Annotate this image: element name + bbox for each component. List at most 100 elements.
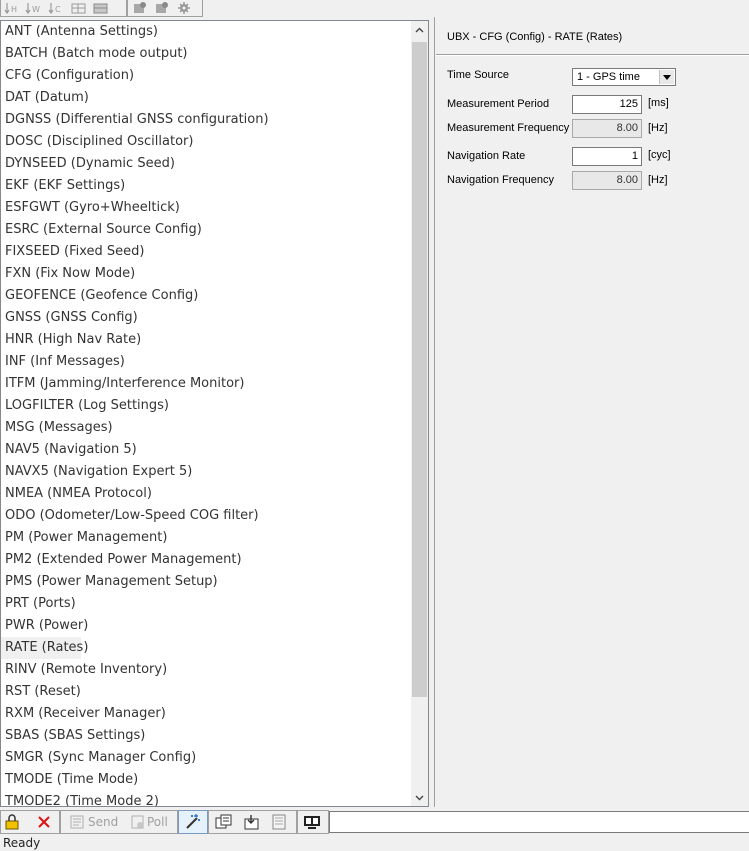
document-icon bbox=[272, 814, 286, 830]
message-list-item[interactable]: INF (Inf Messages) bbox=[1, 351, 411, 373]
send-icon bbox=[70, 815, 84, 829]
copy-button[interactable] bbox=[215, 811, 233, 833]
message-list-item[interactable]: CFG (Configuration) bbox=[1, 65, 411, 87]
message-list-item[interactable]: ESFGWT (Gyro+Wheeltick) bbox=[1, 197, 411, 219]
measurement-frequency-label: Measurement Frequency bbox=[447, 122, 570, 134]
dropdown-arrow-icon[interactable] bbox=[659, 70, 674, 84]
message-list-item[interactable]: NMEA (NMEA Protocol) bbox=[1, 483, 411, 505]
navigation-frequency-unit: [Hz] bbox=[648, 174, 668, 186]
message-list-item[interactable]: GEOFENCE (Geofence Config) bbox=[1, 285, 411, 307]
monitor-icon bbox=[304, 816, 320, 829]
cancel-button[interactable] bbox=[36, 811, 52, 833]
message-list-item[interactable]: PMS (Power Management Setup) bbox=[1, 571, 411, 593]
message-list-item[interactable]: NAVX5 (Navigation Expert 5) bbox=[1, 461, 411, 483]
message-list-item[interactable]: RST (Reset) bbox=[1, 681, 411, 703]
message-list-item[interactable]: ANT (Antenna Settings) bbox=[1, 21, 411, 43]
message-tree-panel: ANT (Antenna Settings) BATCH (Batch mode … bbox=[0, 20, 429, 807]
message-list-item[interactable]: RATE (Rates) bbox=[1, 637, 88, 659]
chevron-down-icon bbox=[415, 795, 424, 800]
monitor-button[interactable] bbox=[303, 811, 321, 833]
poll-icon bbox=[131, 815, 144, 829]
message-list-item[interactable]: BATCH (Batch mode output) bbox=[1, 43, 411, 65]
poll-button-label: Poll bbox=[147, 815, 168, 829]
navigation-rate-unit: [cyc] bbox=[648, 149, 671, 161]
scroll-up-button[interactable] bbox=[411, 21, 428, 38]
message-list-item[interactable]: SMGR (Sync Manager Config) bbox=[1, 747, 411, 769]
message-list-item[interactable]: ESRC (External Source Config) bbox=[1, 219, 411, 241]
config-panel-title: UBX - CFG (Config) - RATE (Rates) bbox=[447, 31, 623, 43]
sort-hex-icon[interactable]: H bbox=[3, 1, 23, 15]
sort-word-icon[interactable]: W bbox=[25, 1, 45, 15]
grid-icon[interactable] bbox=[69, 1, 89, 15]
command-input[interactable] bbox=[329, 811, 749, 833]
message-list-item[interactable]: ITFM (Jamming/Interference Monitor) bbox=[1, 373, 411, 395]
message-list-item[interactable]: TMODE (Time Mode) bbox=[1, 769, 411, 791]
scrollbar-thumb[interactable] bbox=[412, 42, 427, 697]
message-list-item[interactable]: MSG (Messages) bbox=[1, 417, 411, 439]
message-list-item[interactable]: FIXSEED (Fixed Seed) bbox=[1, 241, 411, 263]
chevron-up-icon bbox=[415, 27, 424, 32]
time-source-select[interactable]: 1 - GPS time bbox=[572, 68, 676, 86]
send-config-icon[interactable] bbox=[130, 1, 150, 15]
copy-icon bbox=[215, 814, 232, 829]
message-list-item[interactable]: NAV5 (Navigation 5) bbox=[1, 439, 411, 461]
measurement-frequency-unit: [Hz] bbox=[648, 122, 668, 134]
navigation-rate-input[interactable]: 1 bbox=[572, 147, 642, 166]
message-list-item[interactable]: PM2 (Extended Power Management) bbox=[1, 549, 411, 571]
config-panel: UBX - CFG (Config) - RATE (Rates) Time S… bbox=[434, 17, 749, 807]
message-list-item[interactable]: PRT (Ports) bbox=[1, 593, 411, 615]
message-list-item[interactable]: PM (Power Management) bbox=[1, 527, 411, 549]
top-toolbar: H W C bbox=[0, 0, 749, 17]
sort-config-icon[interactable]: C bbox=[47, 1, 67, 15]
message-list-item[interactable]: FXN (Fix Now Mode) bbox=[1, 263, 411, 285]
title-divider bbox=[436, 54, 749, 56]
svg-text:W: W bbox=[32, 5, 40, 14]
poll-button[interactable]: Poll bbox=[131, 811, 168, 833]
message-list-item[interactable]: PWR (Power) bbox=[1, 615, 411, 637]
message-list-item[interactable]: SBAS (SBAS Settings) bbox=[1, 725, 411, 747]
message-list-item[interactable]: DOSC (Disciplined Oscillator) bbox=[1, 131, 411, 153]
magic-wand-icon bbox=[186, 814, 200, 829]
grid-save-icon[interactable] bbox=[91, 1, 111, 15]
message-list-item[interactable]: RXM (Receiver Manager) bbox=[1, 703, 411, 725]
load-button[interactable] bbox=[243, 811, 261, 833]
message-list-item[interactable]: ODO (Odometer/Low-Speed COG filter) bbox=[1, 505, 411, 527]
bottom-toolbar: Send Poll bbox=[0, 810, 749, 834]
send-button-label: Send bbox=[88, 815, 119, 829]
config-toolbar-group bbox=[127, 0, 203, 17]
load-icon bbox=[244, 815, 259, 830]
message-list-item[interactable]: DGNSS (Differential GNSS configuration) bbox=[1, 109, 411, 131]
navigation-rate-label: Navigation Rate bbox=[447, 150, 526, 162]
auto-config-button[interactable] bbox=[184, 811, 202, 833]
navigation-frequency-field: 8.00 bbox=[572, 171, 642, 190]
document-button[interactable] bbox=[271, 811, 287, 833]
vertical-scrollbar[interactable] bbox=[411, 21, 428, 806]
measurement-period-input[interactable]: 125 bbox=[572, 95, 642, 114]
status-bar: Ready bbox=[0, 834, 749, 851]
time-source-value: 1 - GPS time bbox=[577, 71, 640, 83]
navigation-frequency-label: Navigation Frequency bbox=[447, 174, 555, 186]
message-list-item[interactable]: GNSS (GNSS Config) bbox=[1, 307, 411, 329]
message-list-item[interactable]: HNR (High Nav Rate) bbox=[1, 329, 411, 351]
message-list-item[interactable]: TMODE2 (Time Mode 2) bbox=[1, 791, 411, 806]
svg-text:C: C bbox=[55, 5, 61, 14]
message-list-item[interactable]: DAT (Datum) bbox=[1, 87, 411, 109]
message-list-item[interactable]: DYNSEED (Dynamic Seed) bbox=[1, 153, 411, 175]
time-source-label: Time Source bbox=[447, 69, 509, 81]
lock-icon bbox=[5, 814, 19, 830]
sort-toolbar-group: H W C bbox=[0, 0, 127, 17]
send-button[interactable]: Send bbox=[70, 811, 118, 833]
status-text: Ready bbox=[3, 836, 41, 850]
message-list[interactable]: ANT (Antenna Settings) BATCH (Batch mode … bbox=[1, 21, 411, 806]
message-list-item[interactable]: RINV (Remote Inventory) bbox=[1, 659, 411, 681]
measurement-period-unit: [ms] bbox=[648, 97, 669, 109]
measurement-period-label: Measurement Period bbox=[447, 98, 550, 110]
svg-text:H: H bbox=[11, 5, 17, 14]
lock-button[interactable] bbox=[4, 811, 20, 833]
message-list-item[interactable]: LOGFILTER (Log Settings) bbox=[1, 395, 411, 417]
receive-config-icon[interactable] bbox=[152, 1, 172, 15]
gear-icon[interactable] bbox=[174, 1, 194, 15]
message-list-item[interactable]: EKF (EKF Settings) bbox=[1, 175, 411, 197]
measurement-frequency-field: 8.00 bbox=[572, 119, 642, 138]
scroll-down-button[interactable] bbox=[411, 789, 428, 806]
